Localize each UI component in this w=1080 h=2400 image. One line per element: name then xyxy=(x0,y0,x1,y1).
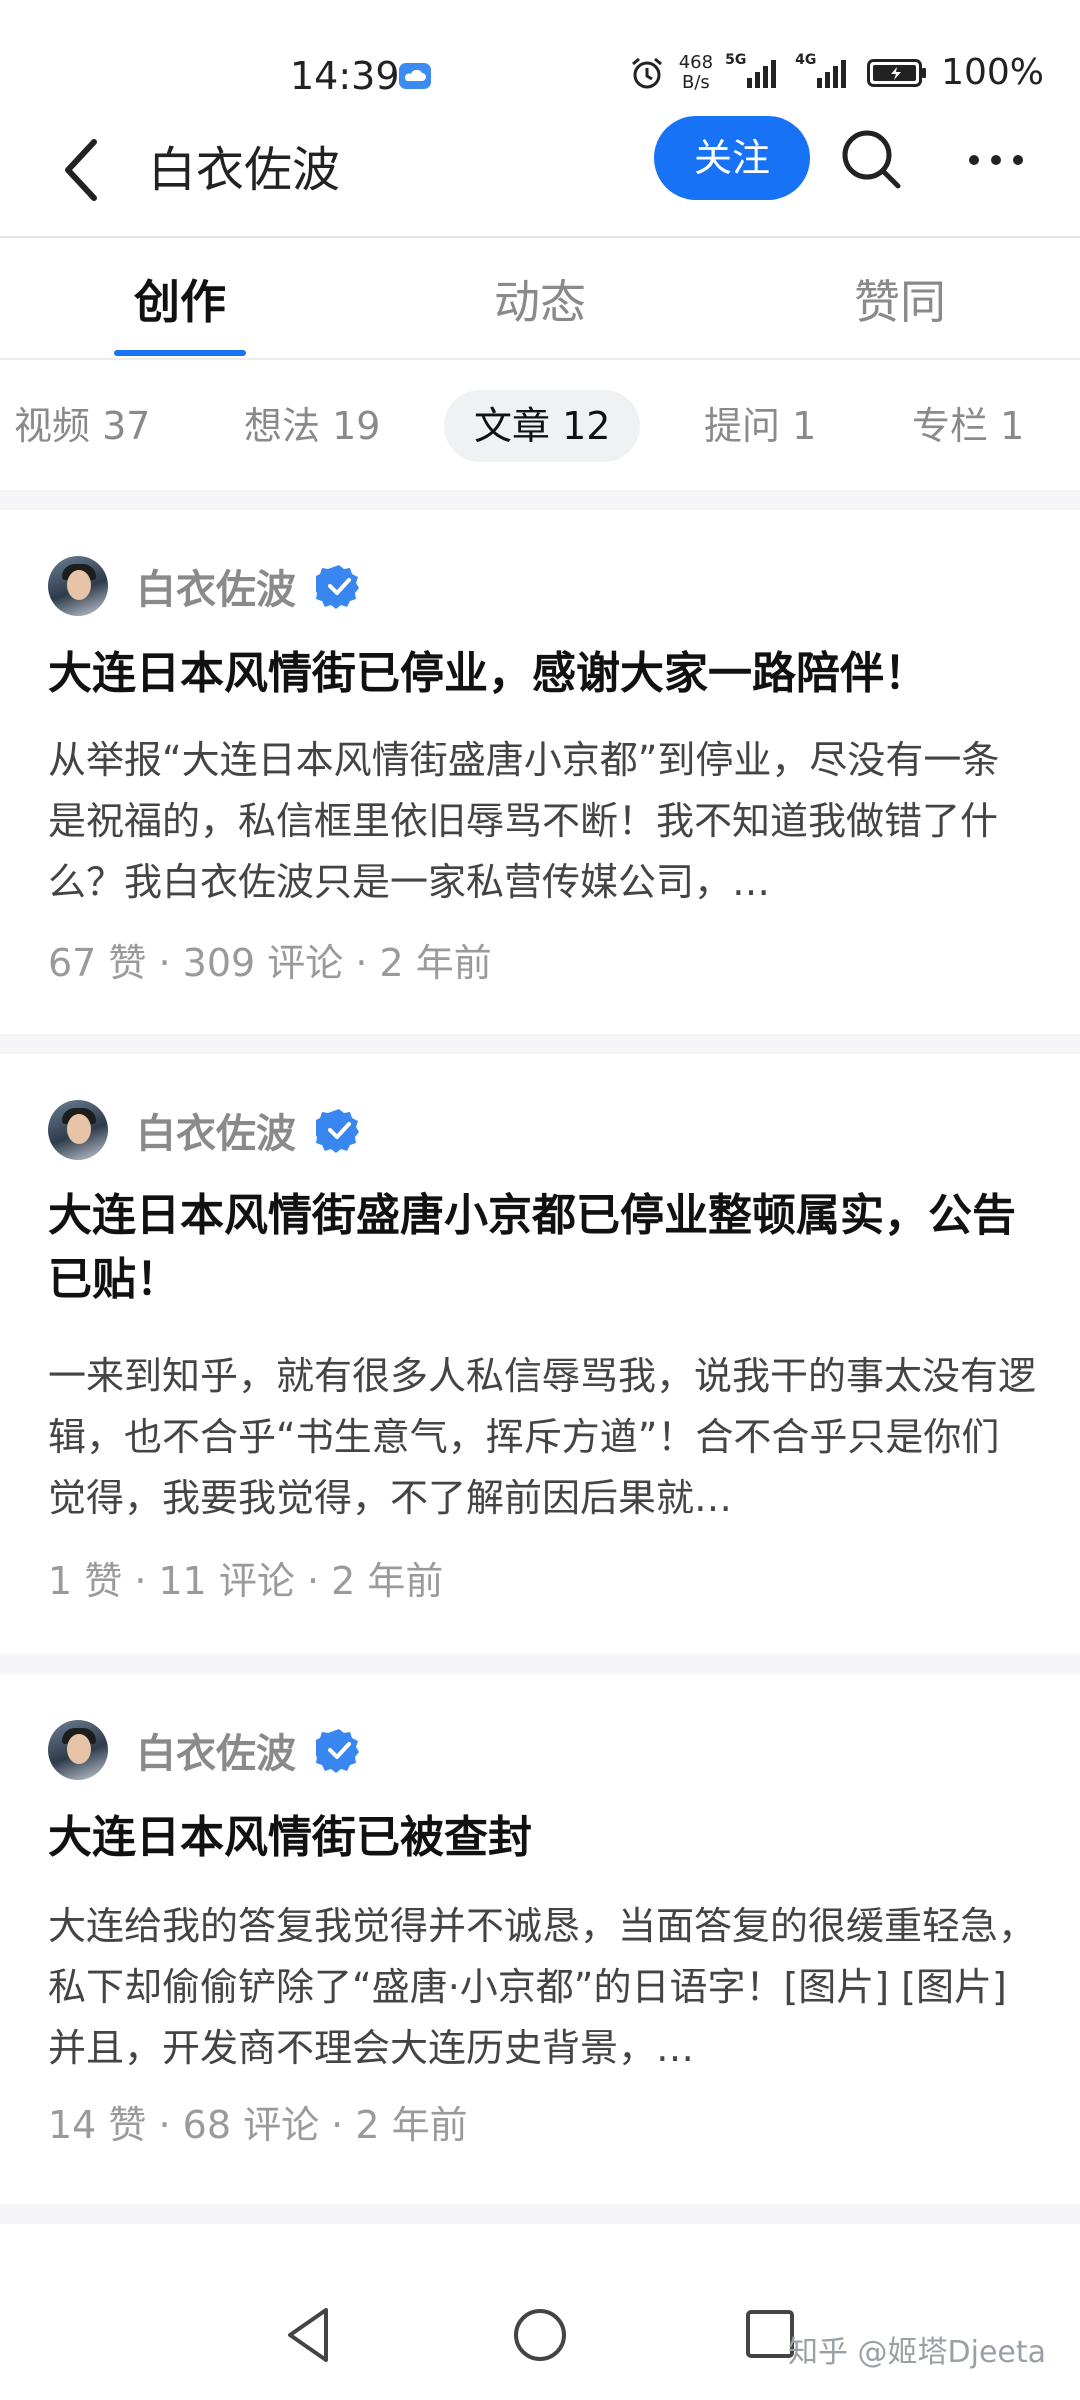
divider xyxy=(0,490,1080,510)
search-icon[interactable] xyxy=(838,126,904,192)
article-meta: 1 赞 · 11 评论 · 2 年前 xyxy=(48,1559,444,1603)
article-title[interactable]: 大连日本风情街盛唐小京都已停业整顿属实，公告已贴！ xyxy=(48,1184,1036,1312)
author-name[interactable]: 白衣佐波 xyxy=(136,1101,296,1159)
verified-badge-icon xyxy=(316,1729,359,1773)
watermark: 知乎 @姬塔Djeeta xyxy=(788,2335,1047,2370)
active-tab-indicator xyxy=(114,350,246,356)
subtab-columns[interactable]: 专栏 1 xyxy=(912,390,1024,462)
tab-activity[interactable]: 动态 xyxy=(440,266,640,332)
net-speed-unit: B/s xyxy=(682,71,710,93)
status-bar: 14:39 468 B/s 5G 4G 100% xyxy=(0,0,1080,112)
nav-back-icon[interactable] xyxy=(274,2300,344,2370)
article-excerpt[interactable]: 从举报“大连日本风情街盛唐小京都”到停业，尽没有一条是祝福的，私信框里依旧辱骂不… xyxy=(48,730,1036,913)
verified-badge-icon xyxy=(316,565,359,609)
battery-percent: 100% xyxy=(941,52,1044,93)
signal-4g-icon: 4G xyxy=(795,52,853,88)
subtab-articles[interactable]: 文章 12 xyxy=(444,390,641,462)
article-title[interactable]: 大连日本风情街已停业，感谢大家一路陪伴！ xyxy=(48,642,1036,706)
status-icons: 468 B/s 5G 4G 100% xyxy=(629,52,1044,93)
battery-icon xyxy=(867,58,927,87)
status-time: 14:39 xyxy=(290,54,400,98)
avatar[interactable] xyxy=(48,556,108,616)
avatar[interactable] xyxy=(48,1100,108,1160)
signal-5g-label: 5G xyxy=(725,51,747,68)
article-card[interactable]: 白衣佐波 大连日本风情街已被查封 大连给我的答复我觉得并不诚恳，当面答复的很缓重… xyxy=(0,1674,1080,2204)
subtab-videos[interactable]: 视频 37 xyxy=(14,390,150,462)
divider xyxy=(0,1654,1080,1674)
author-row[interactable]: 白衣佐波 xyxy=(48,556,362,616)
divider xyxy=(0,2204,1080,2224)
author-name[interactable]: 白衣佐波 xyxy=(136,557,296,615)
article-card[interactable]: 白衣佐波 大连日本风情街已停业，感谢大家一路陪伴！ 从举报“大连日本风情街盛唐小… xyxy=(0,510,1080,1034)
verified-badge-icon xyxy=(316,1109,359,1153)
author-name[interactable]: 白衣佐波 xyxy=(136,1721,296,1779)
subtab-questions[interactable]: 提问 1 xyxy=(704,390,816,462)
nav-home-icon[interactable] xyxy=(505,2300,575,2370)
net-speed: 468 B/s xyxy=(678,51,714,93)
signal-5g-icon: 5G xyxy=(725,52,783,88)
page-title: 白衣佐波 xyxy=(148,142,341,198)
article-title[interactable]: 大连日本风情街已被查封 xyxy=(48,1806,1036,1870)
alarm-icon xyxy=(631,57,662,88)
app-header: 白衣佐波 关注 xyxy=(0,112,1080,238)
tab-creation[interactable]: 创作 xyxy=(80,266,280,332)
author-row[interactable]: 白衣佐波 xyxy=(48,1100,362,1160)
article-meta: 67 赞 · 309 评论 · 2 年前 xyxy=(48,941,492,985)
net-speed-value: 468 xyxy=(678,51,714,73)
main-tabs: 创作 动态 赞同 xyxy=(0,238,1080,360)
follow-button[interactable]: 关注 xyxy=(654,116,810,200)
more-icon[interactable] xyxy=(966,148,1026,172)
article-meta: 14 赞 · 68 评论 · 2 年前 xyxy=(48,2103,468,2147)
tab-upvoted[interactable]: 赞同 xyxy=(800,266,1000,332)
article-card[interactable]: 白衣佐波 大连日本风情街盛唐小京都已停业整顿属实，公告已贴！ 一来到知乎，就有很… xyxy=(0,1054,1080,1654)
author-row[interactable]: 白衣佐波 xyxy=(48,1720,362,1780)
subtab-thoughts[interactable]: 想法 19 xyxy=(244,390,380,462)
divider xyxy=(0,1034,1080,1054)
back-arrow-icon[interactable] xyxy=(54,130,114,210)
article-excerpt[interactable]: 一来到知乎，就有很多人私信辱骂我，说我干的事太没有逻辑，也不合乎“书生意气，挥斥… xyxy=(48,1346,1036,1529)
signal-4g-label: 4G xyxy=(795,51,817,68)
content-type-tabs: 视频 37 想法 19 文章 12 提问 1 专栏 1 xyxy=(0,360,1080,488)
cloud-notification-icon xyxy=(399,63,431,89)
avatar[interactable] xyxy=(48,1720,108,1780)
article-excerpt[interactable]: 大连给我的答复我觉得并不诚恳，当面答复的很缓重轻急，私下却偷偷铲除了“盛唐·小京… xyxy=(48,1896,1036,2079)
